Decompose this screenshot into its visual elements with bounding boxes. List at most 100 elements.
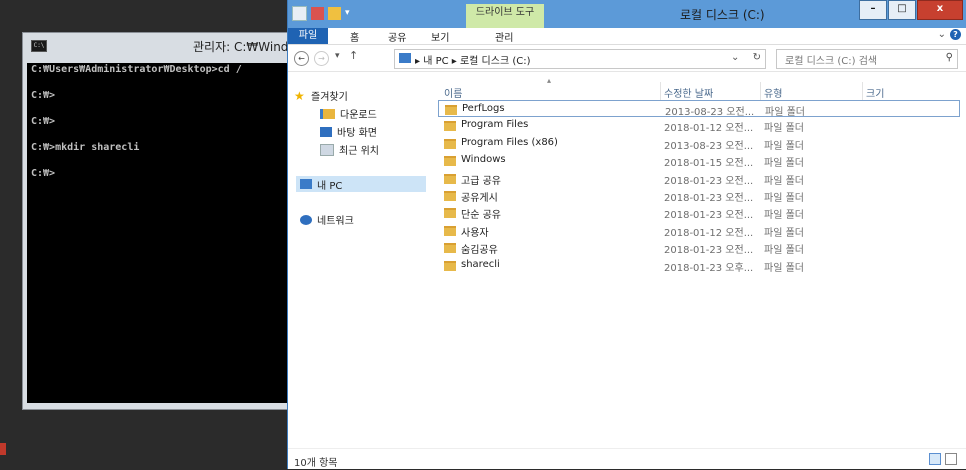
quick-access-toolbar: ▾ [292, 6, 353, 21]
file-row[interactable]: 공유게시 2018-01-23 오전... 파일 폴더 [438, 187, 960, 204]
ribbon-right-controls: ⌄? [938, 29, 961, 40]
folder-icon [444, 121, 456, 132]
column-divider[interactable] [760, 82, 761, 100]
expand-ribbon-icon[interactable]: ⌄ [938, 29, 946, 40]
cmd-window[interactable]: C:\ 관리자: C:₩Windows C:₩Users₩Administrat… [22, 32, 312, 410]
nav-favorites[interactable]: ★ 즐겨찾기 [294, 88, 348, 104]
recent-locations-icon[interactable]: ▾ [335, 51, 340, 61]
downloads-icon [320, 108, 335, 119]
file-date: 2018-01-23 오전... [664, 175, 754, 187]
folder-icon [444, 190, 456, 201]
address-controls: ⌄ ↻ [731, 52, 761, 63]
cmd-titlebar[interactable]: C:\ 관리자: C:₩Windows [23, 33, 312, 57]
help-icon[interactable]: ? [950, 29, 961, 40]
file-name: 공유게시 [461, 192, 498, 204]
file-name: Program Files (x86) [461, 136, 558, 148]
nav-this-pc[interactable]: 내 PC [296, 176, 426, 192]
cmd-line-7: C:₩>mkdir sharecli [31, 142, 140, 153]
explorer-window[interactable]: ▾ 드라이브 도구 로컬 디스크 (C:) – □ x 파일 홈 공유 보기 관… [287, 0, 966, 469]
folder-icon [444, 243, 456, 254]
column-headers: ▴ 이름 수정한 날짜 유형 크기 [438, 76, 960, 100]
file-row[interactable]: 숨김공유 2018-01-23 오전... 파일 폴더 [438, 239, 960, 256]
address-dropdown-icon[interactable]: ⌄ [731, 52, 739, 63]
file-type: 파일 폴더 [764, 175, 804, 187]
file-date: 2018-01-15 오전... [664, 158, 754, 170]
minimize-button[interactable]: – [859, 0, 887, 20]
file-row[interactable]: Program Files (x86) 2013-08-23 오전... 파일 … [438, 135, 960, 152]
tab-manage[interactable]: 관리 [495, 29, 513, 44]
file-type: 파일 폴더 [764, 192, 804, 204]
cmd-line-4 [27, 102, 289, 115]
search-input[interactable]: 로컬 디스크 (C:) 검색 ⚲ [776, 49, 958, 69]
folder-icon [444, 208, 456, 219]
column-size[interactable]: 크기 [866, 85, 884, 100]
column-divider[interactable] [862, 82, 863, 100]
nav-downloads[interactable]: 다운로드 [320, 106, 377, 121]
up-icon[interactable]: ↑ [349, 49, 358, 62]
window-title: 로컬 디스크 (C:) [680, 8, 765, 22]
red-marker [0, 443, 6, 455]
cmd-line-8 [27, 154, 289, 167]
refresh-icon[interactable]: ↻ [753, 52, 761, 63]
file-type: 파일 폴더 [764, 227, 804, 239]
window-menu-icon[interactable] [292, 6, 307, 21]
file-row[interactable]: Program Files 2018-01-12 오전... 파일 폴더 [438, 117, 960, 134]
cmd-line-5: C:₩> [31, 116, 56, 127]
file-type: 파일 폴더 [764, 140, 804, 152]
file-row[interactable]: 단순 공유 2018-01-23 오전... 파일 폴더 [438, 204, 960, 221]
forward-icon[interactable]: → [314, 51, 329, 66]
folder-icon [444, 156, 456, 167]
customize-toolbar-icon[interactable]: ▾ [345, 7, 353, 20]
folder-icon [444, 138, 456, 149]
file-row[interactable]: 사용자 2018-01-12 오전... 파일 폴더 [438, 222, 960, 239]
star-icon: ★ [294, 88, 305, 103]
address-path[interactable]: ▸ 내 PC ▸ 로컬 디스크 (C:) [415, 52, 530, 67]
address-bar[interactable]: ▸ 내 PC ▸ 로컬 디스크 (C:) ⌄ ↻ [394, 49, 766, 69]
file-type: 파일 폴더 [764, 123, 804, 135]
file-row[interactable]: sharecli 2018-01-23 오후... 파일 폴더 [438, 257, 960, 274]
nav-desktop[interactable]: 바탕 화면 [320, 124, 377, 139]
file-name: 고급 공유 [461, 175, 501, 187]
navigation-pane: ★ 즐겨찾기 다운로드 바탕 화면 최근 위치 내 PC 네트워크 [288, 72, 430, 442]
column-type[interactable]: 유형 [764, 85, 782, 100]
this-pc-icon [300, 179, 312, 189]
tab-view[interactable]: 보기 [431, 29, 449, 44]
pc-icon [399, 53, 411, 63]
file-list: ▴ 이름 수정한 날짜 유형 크기 PerfLogs 2013-08-23 오전… [438, 76, 960, 274]
status-bar: 10개 항목 [288, 448, 966, 470]
drive-tools-context-tab[interactable]: 드라이브 도구 [466, 4, 544, 28]
file-name: 숨김공유 [461, 245, 498, 257]
column-name[interactable]: 이름 [444, 85, 462, 100]
file-date: 2018-01-23 오후... [664, 262, 754, 274]
back-icon[interactable]: ← [294, 51, 309, 66]
close-button[interactable]: x [917, 0, 963, 20]
window-controls: – □ x [858, 0, 963, 20]
maximize-button[interactable]: □ [888, 0, 916, 20]
properties-icon[interactable] [311, 7, 324, 20]
details-view-icon[interactable] [929, 453, 941, 465]
desktop-icon [320, 126, 332, 137]
file-name: 사용자 [461, 227, 489, 239]
explorer-titlebar[interactable]: ▾ 드라이브 도구 로컬 디스크 (C:) – □ x [288, 0, 966, 28]
file-date: 2018-01-23 오전... [664, 192, 754, 204]
tab-share[interactable]: 공유 [388, 29, 406, 44]
search-placeholder: 로컬 디스크 (C:) 검색 [785, 56, 878, 67]
new-folder-icon[interactable] [328, 7, 341, 20]
search-icon[interactable]: ⚲ [946, 52, 953, 63]
column-date[interactable]: 수정한 날짜 [664, 85, 713, 100]
file-row[interactable]: 고급 공유 2018-01-23 오전... 파일 폴더 [438, 170, 960, 187]
folder-icon [444, 173, 456, 184]
cmd-console[interactable]: C:₩Users₩Administrator₩Desktop>cd / C:₩>… [27, 63, 289, 403]
tab-file[interactable]: 파일 [288, 28, 328, 44]
item-count: 10개 항목 [294, 458, 338, 469]
file-type: 파일 폴더 [764, 262, 804, 274]
nav-recent[interactable]: 최근 위치 [320, 142, 379, 157]
column-divider[interactable] [660, 82, 661, 100]
cmd-line-1: C:₩Users₩Administrator₩Desktop>cd / [31, 64, 242, 75]
file-row[interactable]: Windows 2018-01-15 오전... 파일 폴더 [438, 152, 960, 169]
file-row[interactable]: PerfLogs 2013-08-23 오전... 파일 폴더 [438, 100, 960, 118]
large-icons-view-icon[interactable] [945, 453, 957, 465]
ribbon-tabs: 파일 홈 공유 보기 관리 ⌄? [288, 28, 966, 45]
nav-network[interactable]: 네트워크 [300, 212, 354, 227]
tab-home[interactable]: 홈 [350, 29, 359, 44]
